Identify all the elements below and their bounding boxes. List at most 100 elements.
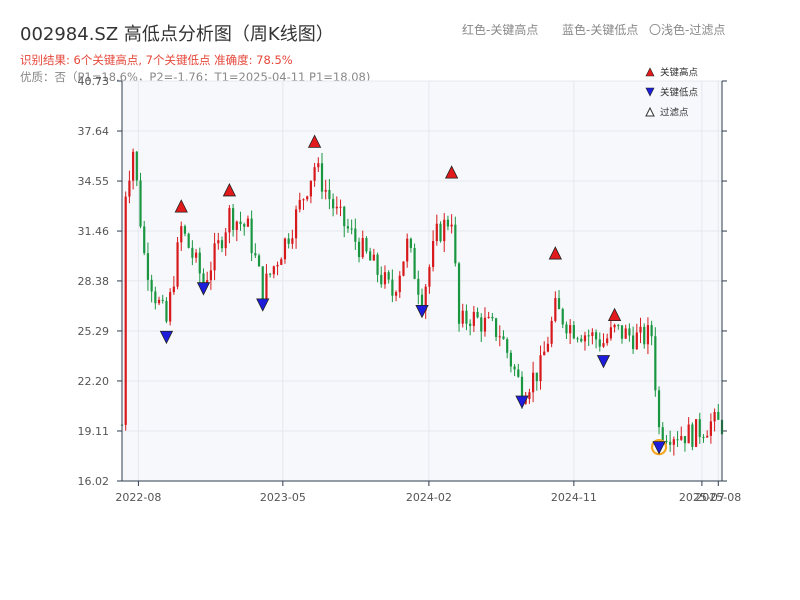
candle-body: [554, 298, 557, 321]
candle-body: [398, 275, 401, 293]
candle-body: [598, 339, 601, 347]
candle-body: [565, 324, 568, 334]
x-tick-label: 2025-08: [695, 491, 741, 504]
legend-label: 关键低点: [660, 87, 699, 99]
candle-body: [257, 255, 261, 267]
candle-body: [369, 251, 372, 261]
candle-body: [517, 369, 520, 377]
candle-body: [246, 218, 250, 227]
candle-body: [665, 440, 668, 442]
candle-body: [350, 228, 353, 230]
candle-body: [539, 355, 542, 382]
candle-body: [280, 259, 283, 265]
legend-marker: [645, 67, 655, 77]
y-tick-label: 40.73: [78, 75, 110, 88]
candle-body: [691, 424, 694, 447]
candle-body: [194, 252, 198, 258]
candle-body: [698, 419, 701, 437]
candle-body: [191, 247, 194, 258]
candle-body: [532, 372, 535, 393]
candle-body: [165, 300, 168, 322]
candle-body: [176, 242, 179, 287]
candle-body: [187, 233, 190, 248]
candle-body: [572, 325, 575, 339]
candle-body: [324, 189, 327, 192]
candle-body: [498, 336, 501, 338]
candle-body: [372, 254, 375, 261]
candle-body: [220, 240, 224, 249]
candle-body: [606, 338, 609, 344]
candle-body: [332, 199, 335, 209]
y-tick-label: 37.64: [78, 125, 110, 138]
candlestick-chart: 40.73 37.64 34.55 31.46 28.38 25.29 22.20 19.11…: [78, 67, 742, 505]
candle-body: [454, 224, 457, 264]
candle-body: [657, 390, 661, 428]
candle-body: [476, 311, 479, 318]
candle-body: [198, 252, 201, 274]
x-tick-label: 2023-05: [260, 491, 306, 504]
candle-body: [383, 272, 387, 285]
candle-body: [602, 343, 605, 347]
candle-body: [706, 435, 709, 438]
candle-body: [480, 317, 483, 332]
candle-body: [139, 180, 142, 227]
candle-body: [513, 366, 516, 370]
candle-body: [465, 310, 468, 324]
candle-body: [391, 279, 394, 296]
candle-body: [298, 199, 301, 210]
y-tick-label: 25.29: [78, 325, 110, 338]
candle-body: [672, 439, 675, 445]
candle-body: [506, 339, 509, 353]
candle-body: [417, 278, 420, 295]
candle-body: [161, 299, 164, 301]
candle-body: [272, 266, 275, 275]
candle-body: [687, 424, 690, 444]
candle-body: [654, 336, 657, 391]
candle-body: [413, 247, 416, 279]
candle-body: [546, 343, 550, 352]
candle-body: [457, 263, 461, 324]
x-tick-label: 2024-02: [406, 491, 452, 504]
candle-body: [394, 292, 398, 296]
candle-body: [561, 309, 564, 325]
candle-body: [461, 310, 464, 324]
candle-body: [446, 219, 450, 227]
candle-body: [617, 324, 620, 326]
candle-body: [557, 298, 561, 310]
x-tick-label: 2022-08: [115, 491, 161, 504]
candle-body: [339, 206, 342, 208]
candle-body: [180, 226, 183, 243]
candle-body: [406, 238, 409, 262]
candle-body: [357, 241, 361, 258]
candle-body: [435, 223, 438, 242]
candle-body: [217, 240, 220, 244]
candle-body: [376, 254, 379, 275]
candle-body: [335, 206, 338, 209]
candle-body: [694, 419, 698, 447]
candle-body: [228, 208, 231, 233]
candle-body: [380, 274, 383, 285]
candle-body: [483, 317, 487, 332]
candle-body: [632, 335, 635, 350]
x-tick-label: 2024-11: [551, 491, 597, 504]
candle-body: [528, 392, 531, 399]
candle-body: [543, 351, 546, 356]
candle-body: [265, 273, 268, 302]
candle-body: [646, 325, 650, 345]
candle-body: [509, 352, 512, 367]
candle-body: [343, 206, 346, 227]
candle-body: [291, 238, 294, 244]
candle-body: [320, 163, 324, 192]
candle-body: [157, 299, 161, 304]
candle-body: [620, 325, 624, 339]
candle-body: [209, 270, 212, 281]
candle-body: [146, 253, 150, 280]
candle-body: [254, 253, 257, 256]
candle-body: [635, 332, 638, 350]
candle-body: [302, 199, 305, 201]
candle-body: [680, 436, 683, 440]
candle-body: [183, 226, 187, 234]
candle-body: [276, 264, 279, 267]
candle-body: [683, 436, 687, 444]
candle-body: [328, 189, 331, 200]
